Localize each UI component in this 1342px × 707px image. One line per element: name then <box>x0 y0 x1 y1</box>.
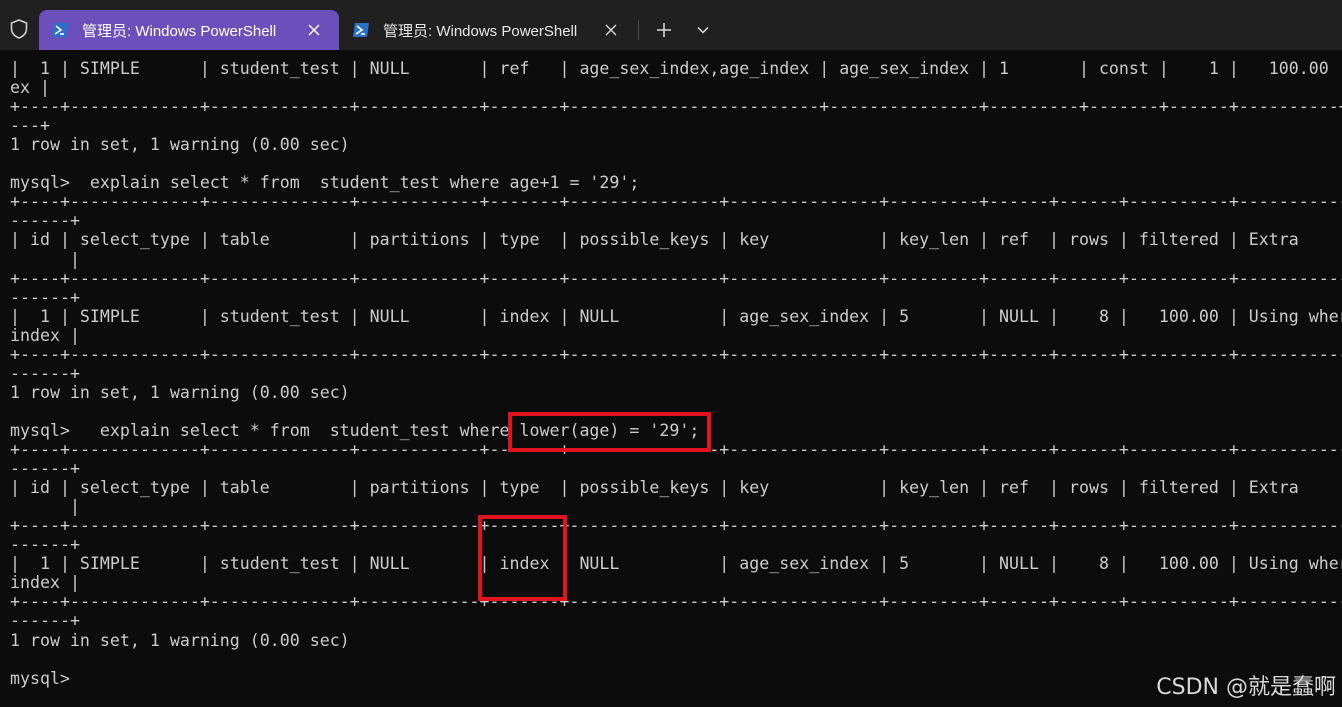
terminal-line: +----+-------------+--------------+-----… <box>10 268 1342 288</box>
highlight-box-lower-age <box>508 412 711 452</box>
chevron-down-icon <box>697 26 709 34</box>
terminal-line: ---+ <box>10 116 50 136</box>
terminal-line: ------+ <box>10 459 80 479</box>
title-bar: 管理员: Windows PowerShell 管理员: Windows Pow… <box>0 0 1342 50</box>
terminal-line: +----+-------------+--------------+-----… <box>10 516 1342 536</box>
tab-powershell-1[interactable]: 管理员: Windows PowerShell <box>39 10 339 50</box>
tab-divider <box>638 20 639 40</box>
terminal-line: mysql> <box>10 668 80 688</box>
terminal-line: | id | select_type | table | partitions … <box>10 230 1299 250</box>
terminal-output[interactable]: | 1 | SIMPLE | student_test | NULL | ref… <box>0 50 1342 707</box>
terminal-line: | <box>10 497 80 517</box>
new-tab-button[interactable] <box>650 16 678 44</box>
plus-icon <box>657 23 671 37</box>
tab-powershell-2[interactable]: 管理员: Windows PowerShell <box>340 10 636 50</box>
close-icon[interactable] <box>598 17 624 43</box>
terminal-line: mysql> explain select * from student_tes… <box>10 173 640 193</box>
tab-dropdown-button[interactable] <box>690 16 716 44</box>
powershell-icon <box>50 20 70 40</box>
terminal-line: ------+ <box>10 535 80 555</box>
terminal-line: +----+-------------+--------------+-----… <box>10 97 1342 117</box>
terminal-line: ------+ <box>10 611 80 631</box>
terminal-line: +----+-------------+--------------+-----… <box>10 344 1342 364</box>
terminal-line: | 1 | SIMPLE | student_test | NULL | ind… <box>10 554 1342 574</box>
terminal-line: 1 row in set, 1 warning (0.00 sec) <box>10 382 350 402</box>
terminal-line: ex | <box>10 78 50 98</box>
shield-icon <box>0 10 38 48</box>
terminal-line: | 1 | SIMPLE | student_test | NULL | ref… <box>10 59 1342 78</box>
watermark: CSDN @就是蠢啊 <box>1156 675 1336 700</box>
terminal-line: ------+ <box>10 363 80 383</box>
terminal-line: | id | select_type | table | partitions … <box>10 478 1299 498</box>
terminal-line: 1 row in set, 1 warning (0.00 sec) <box>10 630 350 650</box>
terminal-line: +----+-------------+--------------+-----… <box>10 192 1342 212</box>
terminal-line: index | <box>10 573 80 593</box>
terminal-line: ------+ <box>10 211 80 231</box>
terminal-line: +----+-------------+--------------+-----… <box>10 592 1342 612</box>
tab-title: 管理员: Windows PowerShell <box>82 22 277 40</box>
terminal-line: 1 row in set, 1 warning (0.00 sec) <box>10 135 350 155</box>
terminal-line: | 1 | SIMPLE | student_test | NULL | ind… <box>10 306 1342 326</box>
tab-title: 管理员: Windows PowerShell <box>383 22 578 40</box>
terminal-line: index | <box>10 325 80 345</box>
powershell-icon <box>351 20 371 40</box>
close-icon[interactable] <box>301 17 327 43</box>
terminal-line: ------+ <box>10 287 80 307</box>
terminal-line: | <box>10 249 80 269</box>
highlight-box-type-index <box>478 515 567 601</box>
